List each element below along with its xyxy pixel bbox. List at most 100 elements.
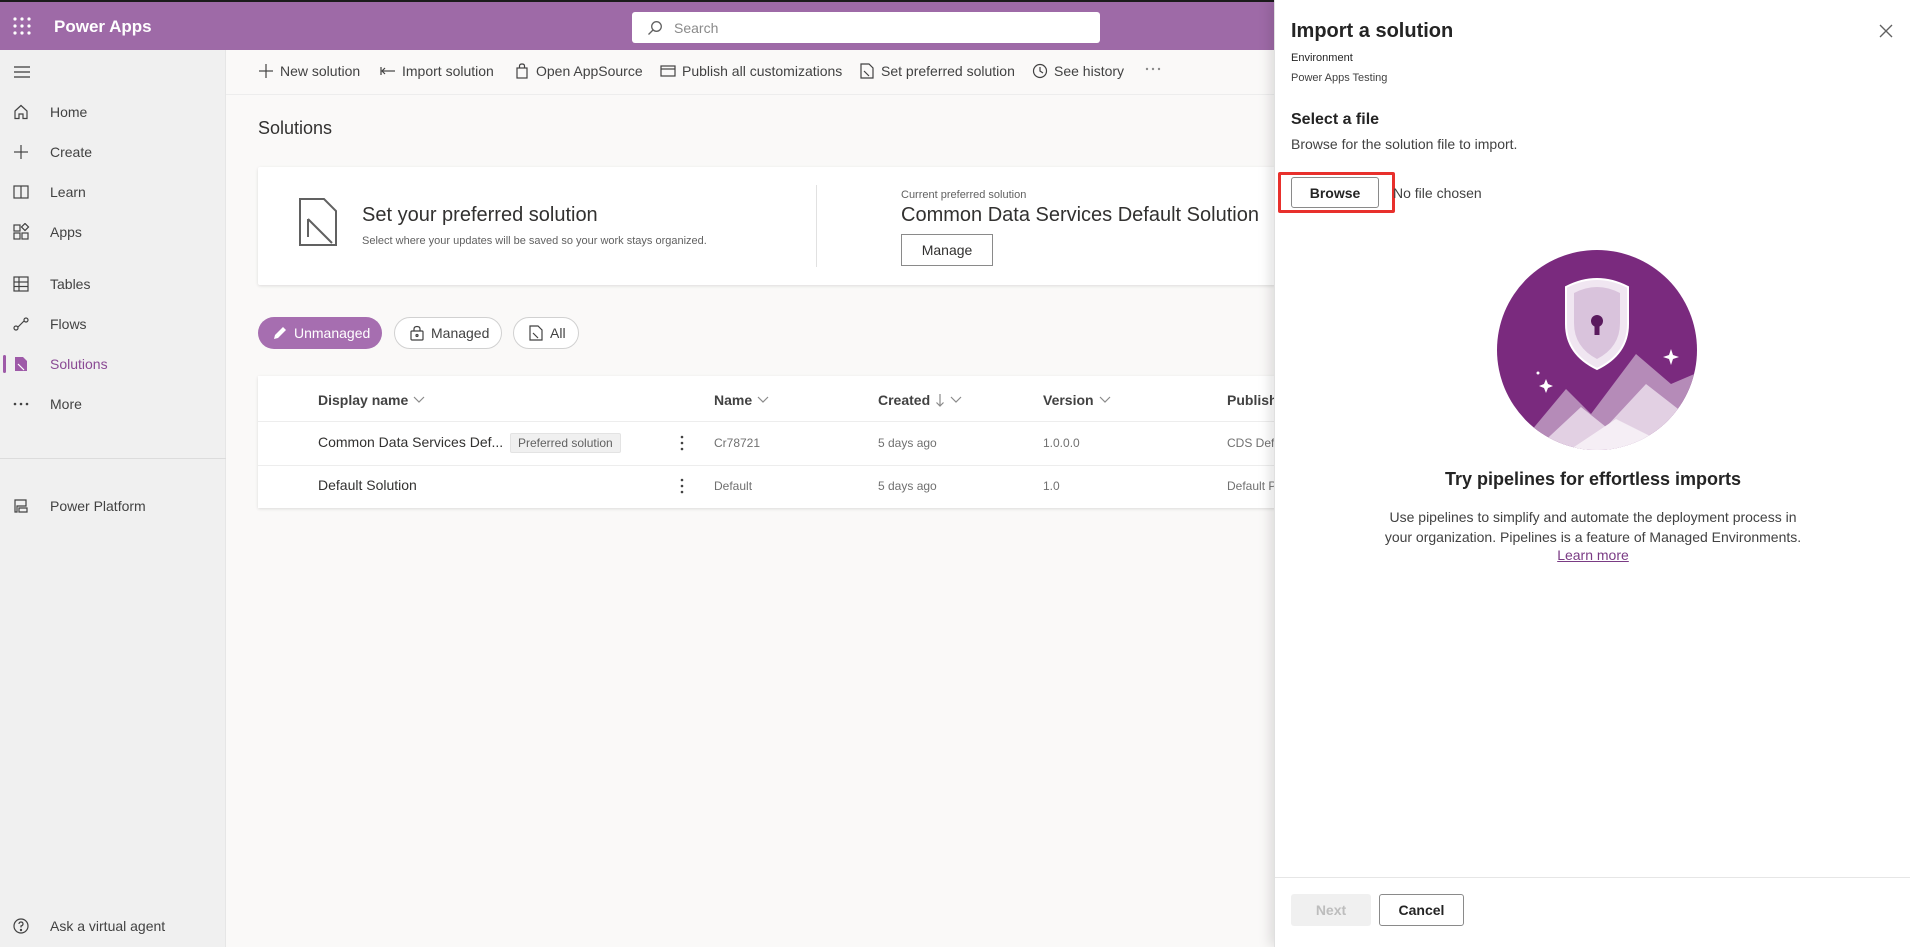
filter-managed[interactable]: Managed xyxy=(394,317,503,349)
publish-all-label: Publish all customizations xyxy=(682,63,843,79)
row-name: Cr78721 xyxy=(714,436,761,450)
row-more-icon[interactable] xyxy=(674,434,690,452)
publish-all-button[interactable]: Publish all customizations xyxy=(660,63,842,79)
chevron-down-icon xyxy=(757,396,769,403)
history-icon xyxy=(1032,63,1048,79)
row-display-name[interactable]: Default Solution xyxy=(318,477,417,493)
filter-all[interactable]: All xyxy=(513,317,579,349)
plus-icon xyxy=(14,145,28,159)
col-version[interactable]: Version xyxy=(1043,392,1111,408)
row-more-icon[interactable] xyxy=(674,477,690,495)
pencil-icon xyxy=(274,327,286,339)
import-solution-panel: Import a solution Environment Power Apps… xyxy=(1274,0,1910,947)
nav-item-solutions[interactable]: Solutions xyxy=(0,346,226,382)
browse-button[interactable]: Browse xyxy=(1291,177,1379,208)
col-display-name-label: Display name xyxy=(318,392,409,408)
next-button[interactable]: Next xyxy=(1291,894,1371,926)
nav-label-learn: Learn xyxy=(50,184,86,200)
virtual-agent-label: Ask a virtual agent xyxy=(50,918,166,934)
app-title[interactable]: Power Apps xyxy=(54,17,152,37)
plus-icon xyxy=(259,64,273,78)
panel-footer-divider xyxy=(1275,877,1910,878)
preferred-solution-card: Set your preferred solution Select where… xyxy=(258,167,1276,285)
book-icon xyxy=(13,185,29,199)
set-preferred-solution-label: Set preferred solution xyxy=(881,63,1015,79)
preferred-solution-badge: Preferred solution xyxy=(510,433,621,453)
see-history-button[interactable]: See history xyxy=(1032,63,1124,79)
virtual-agent-link[interactable]: Ask a virtual agent xyxy=(0,908,226,944)
search-box[interactable] xyxy=(632,12,1100,43)
chevron-down-icon xyxy=(413,396,425,403)
col-created-label: Created xyxy=(878,392,931,408)
nav-item-more[interactable]: More xyxy=(0,386,226,422)
open-appsource-button[interactable]: Open AppSource xyxy=(514,63,643,79)
shopping-bag-icon xyxy=(516,63,528,79)
card-divider xyxy=(816,185,817,267)
open-appsource-label: Open AppSource xyxy=(536,63,643,79)
publish-icon xyxy=(660,65,676,77)
preferred-solution-subtitle: Select where your updates will be saved … xyxy=(362,235,707,247)
table-row[interactable]: Default Solution Default 5 days ago 1.0 … xyxy=(258,465,1276,508)
promo-description: Use pipelines to simplify and automate t… xyxy=(1384,509,1802,545)
col-display-name[interactable]: Display name xyxy=(318,392,425,408)
filter-all-label: All xyxy=(550,325,566,341)
cancel-button[interactable]: Cancel xyxy=(1379,894,1464,926)
nav-item-apps[interactable]: Apps xyxy=(0,214,226,250)
chevron-down-icon xyxy=(950,396,962,403)
row-display-name[interactable]: Common Data Services Def... xyxy=(318,434,503,450)
solution-icon xyxy=(860,63,874,79)
new-solution-button[interactable]: New solution xyxy=(258,63,360,79)
current-preferred-label: Current preferred solution xyxy=(901,189,1027,201)
home-icon xyxy=(14,104,28,120)
nav-divider xyxy=(0,458,226,459)
nav-item-power-platform[interactable]: Power Platform xyxy=(0,488,226,524)
solution-file-icon xyxy=(299,198,337,246)
manage-button[interactable]: Manage xyxy=(901,234,993,266)
col-version-label: Version xyxy=(1043,392,1094,408)
filter-managed-label: Managed xyxy=(431,325,490,341)
nav-label-power-platform: Power Platform xyxy=(50,498,146,514)
nav-label-home: Home xyxy=(50,104,88,120)
help-icon xyxy=(13,918,29,934)
set-preferred-solution-button[interactable]: Set preferred solution xyxy=(859,63,1015,79)
search-input[interactable] xyxy=(674,12,1084,43)
app-launcher-icon[interactable] xyxy=(12,16,32,36)
col-name[interactable]: Name xyxy=(714,392,769,408)
import-icon xyxy=(380,67,395,75)
command-bar-divider xyxy=(226,94,1276,95)
nav-label-solutions: Solutions xyxy=(50,356,108,372)
left-navigation: Home Create Learn Apps Tables Flows Solu… xyxy=(0,50,226,947)
solutions-icon xyxy=(15,357,27,371)
learn-more-link[interactable]: Learn more xyxy=(1275,547,1910,563)
row-publisher: Default P xyxy=(1227,479,1277,493)
environment-value: Power Apps Testing xyxy=(1291,72,1388,84)
table-row[interactable]: Common Data Services Def... Preferred so… xyxy=(258,422,1281,465)
hamburger-menu-icon[interactable] xyxy=(12,64,32,80)
select-file-description: Browse for the solution file to import. xyxy=(1291,136,1518,152)
nav-label-create: Create xyxy=(50,144,93,160)
promo-title: Try pipelines for effortless imports xyxy=(1444,469,1742,489)
filter-unmanaged[interactable]: Unmanaged xyxy=(258,317,383,349)
solution-icon xyxy=(529,325,543,341)
nav-item-flows[interactable]: Flows xyxy=(0,306,226,342)
nav-item-learn[interactable]: Learn xyxy=(0,174,226,210)
lock-bag-icon xyxy=(410,325,424,341)
row-created: 5 days ago xyxy=(878,479,937,493)
nav-label-apps: Apps xyxy=(50,224,82,240)
table-icon xyxy=(13,276,29,292)
row-version: 1.0.0.0 xyxy=(1043,436,1080,450)
preferred-solution-title: Set your preferred solution xyxy=(362,204,598,226)
close-icon[interactable] xyxy=(1879,24,1893,38)
more-icon xyxy=(13,402,29,406)
ellipsis-icon xyxy=(1145,67,1161,71)
more-commands-button[interactable] xyxy=(1144,60,1168,78)
nav-item-tables[interactable]: Tables xyxy=(0,266,226,302)
col-created[interactable]: Created xyxy=(878,392,962,408)
nav-item-home[interactable]: Home xyxy=(0,94,226,130)
import-solution-button[interactable]: Import solution xyxy=(380,63,494,79)
nav-label-flows: Flows xyxy=(50,316,87,332)
no-file-chosen-text: No file chosen xyxy=(1393,185,1482,201)
import-solution-label: Import solution xyxy=(402,63,494,79)
nav-item-create[interactable]: Create xyxy=(0,134,226,170)
current-preferred-name: Common Data Services Default Solution xyxy=(901,204,1259,226)
